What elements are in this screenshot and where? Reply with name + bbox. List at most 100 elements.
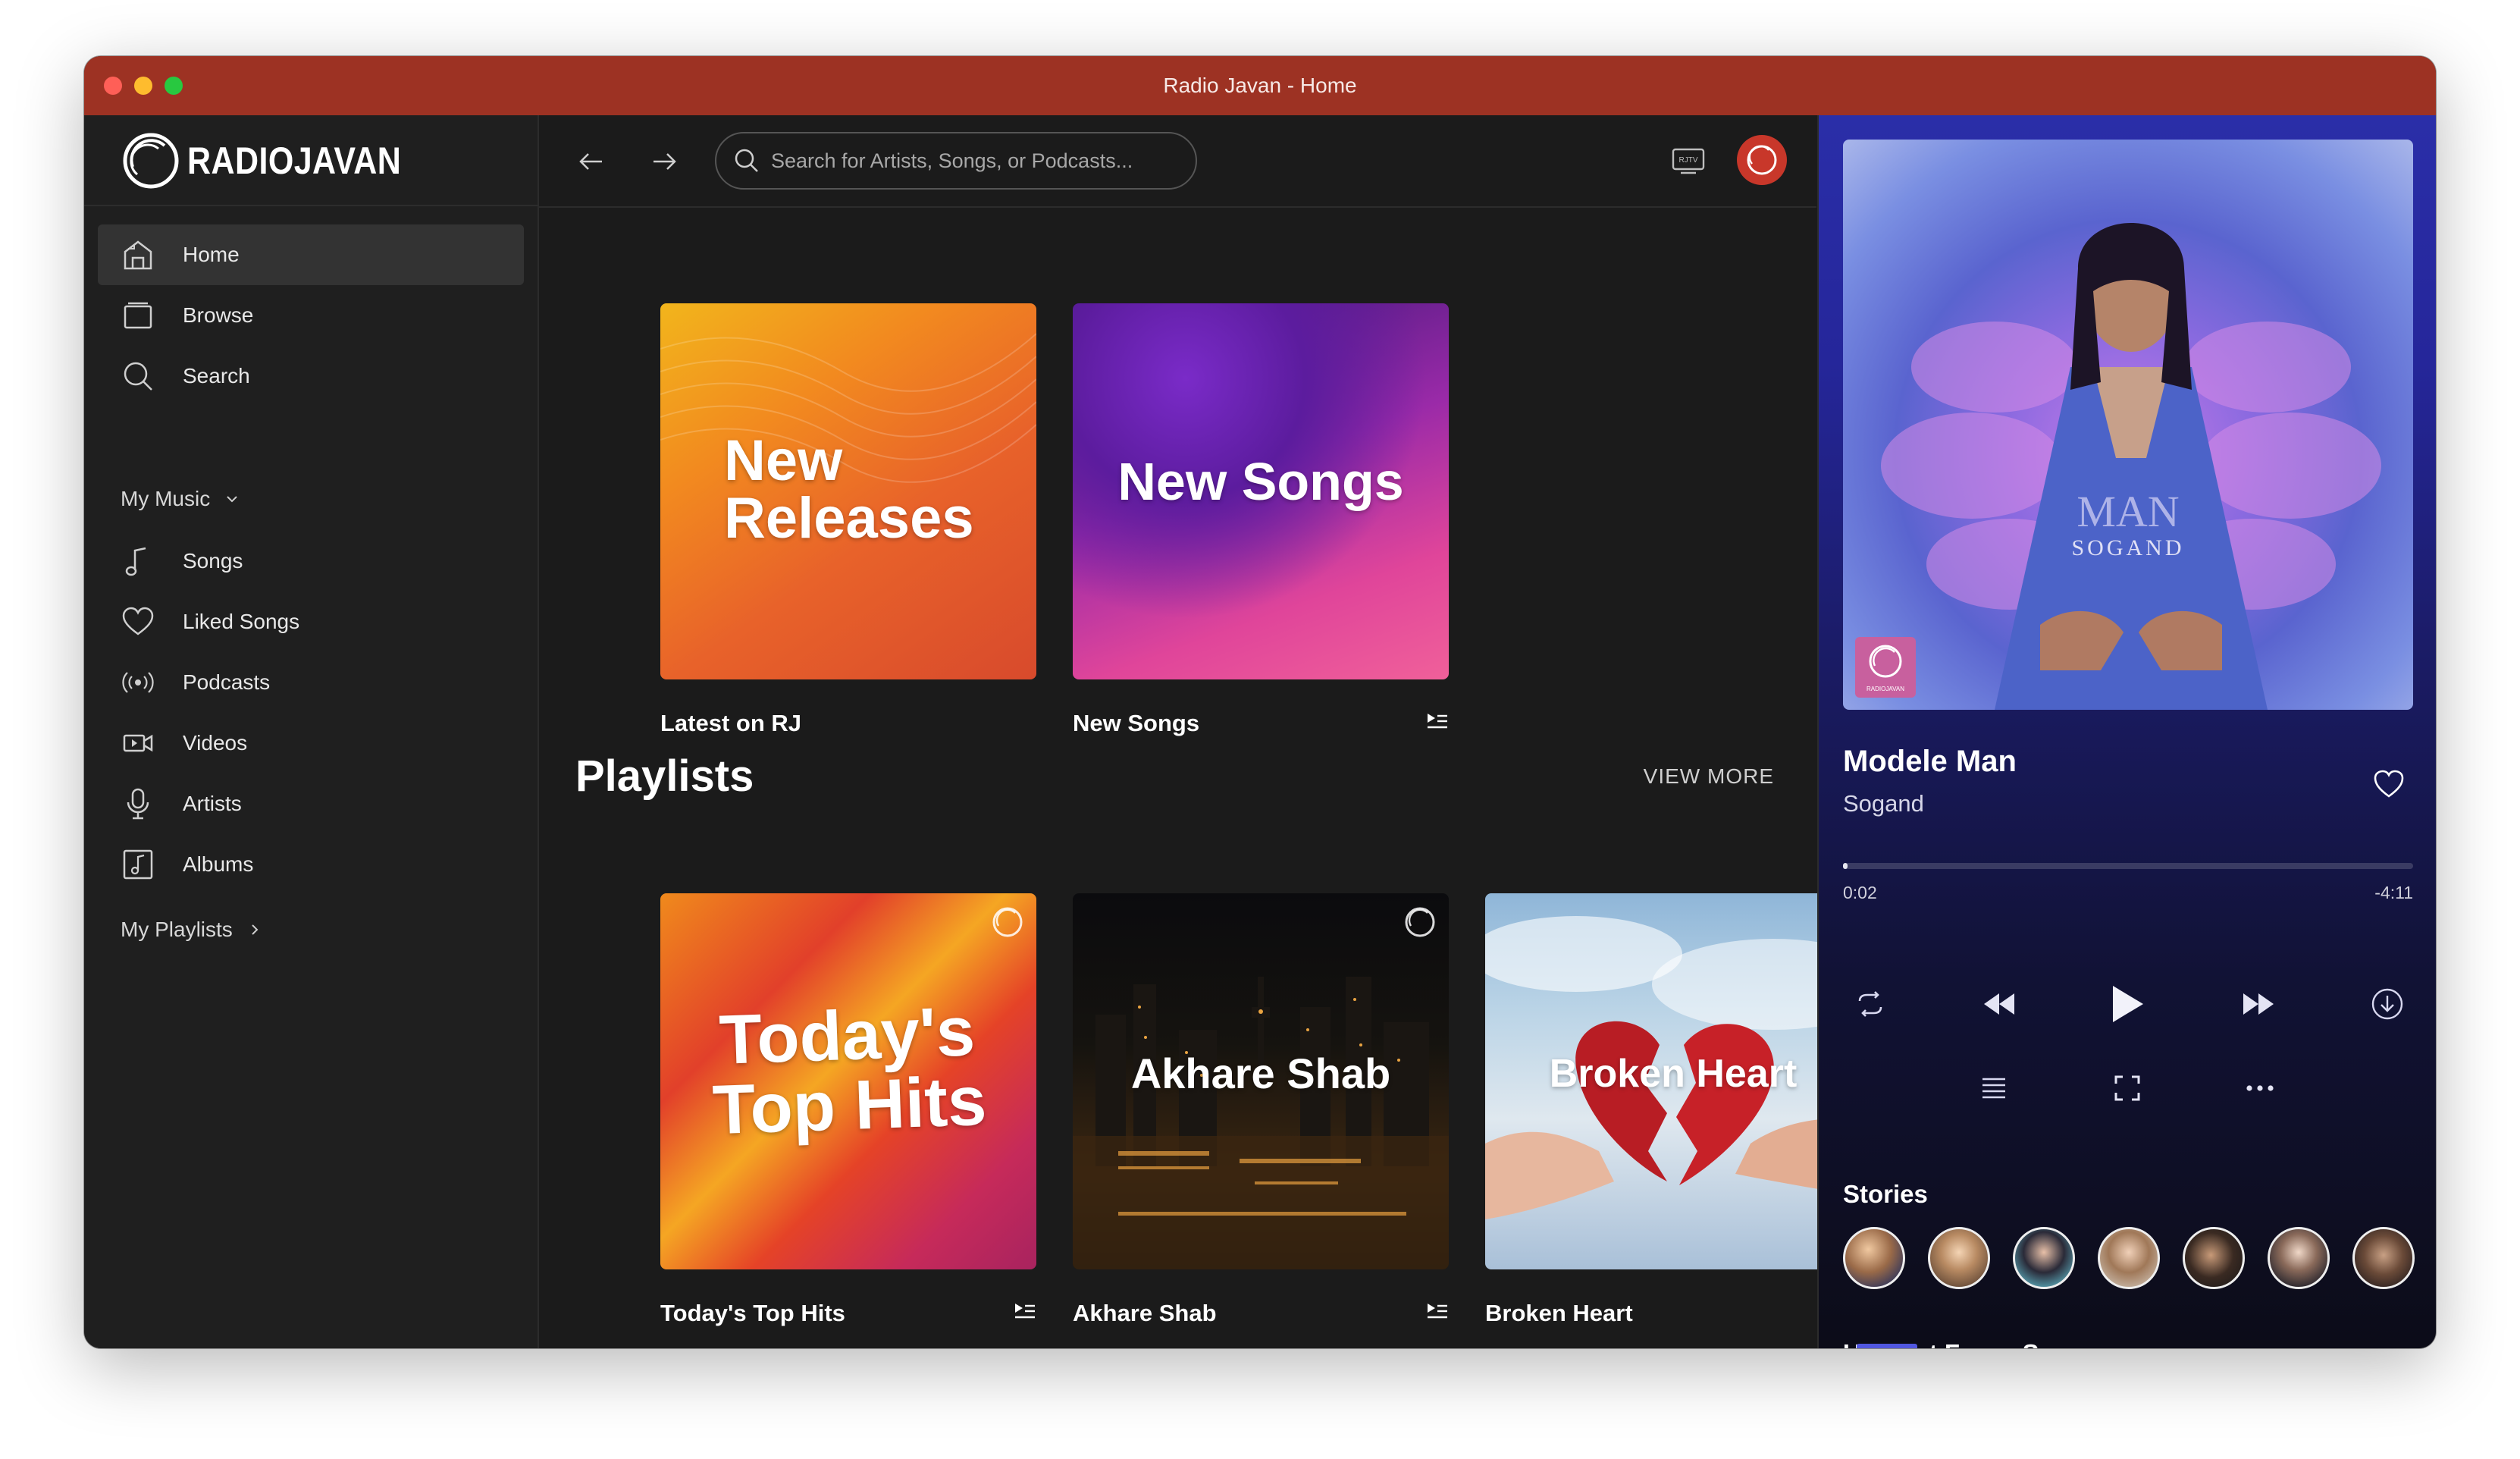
sidebar-item-label: Browse bbox=[183, 303, 254, 327]
cover-title-line2: Top Hits bbox=[711, 1062, 988, 1150]
sidebar-item-videos[interactable]: Videos bbox=[98, 713, 524, 773]
cover-title: Akhare Shab bbox=[1130, 1050, 1391, 1097]
heart-icon bbox=[121, 604, 155, 639]
view-more-link[interactable]: VIEW MORE bbox=[1644, 764, 1774, 789]
fast-forward-button[interactable] bbox=[2240, 987, 2277, 1021]
card-title[interactable]: Latest on RJ bbox=[660, 710, 801, 737]
chevron-right-icon bbox=[252, 924, 259, 935]
my-music-label: My Music bbox=[121, 487, 211, 510]
search-bar[interactable] bbox=[715, 132, 1197, 190]
chevron-down-icon bbox=[227, 496, 237, 503]
album-badge-text: RADIOJAVAN bbox=[1866, 686, 1904, 692]
tv-label: RJTV bbox=[1679, 156, 1698, 165]
sidebar-item-label: Liked Songs bbox=[183, 610, 300, 633]
sidebar-item-home[interactable]: Home bbox=[98, 224, 524, 285]
forward-button[interactable] bbox=[645, 143, 683, 180]
arrow-left-icon bbox=[579, 153, 602, 170]
sidebar-item-songs[interactable]: Songs bbox=[98, 531, 524, 591]
sidebar-item-podcasts[interactable]: Podcasts bbox=[98, 652, 524, 713]
home-icon bbox=[121, 237, 155, 272]
browse-icon bbox=[121, 298, 155, 333]
story-avatar[interactable] bbox=[2183, 1227, 2245, 1289]
rjtv-button[interactable]: RJTV bbox=[1670, 146, 1707, 176]
download-icon bbox=[2371, 988, 2403, 1020]
new-songs-cover-art[interactable]: New Songs bbox=[1073, 303, 1449, 679]
sidebar-item-search[interactable]: Search bbox=[98, 346, 524, 406]
sidebar: RADIOJAVAN Home Browse Search My Music S… bbox=[84, 115, 539, 1348]
search-icon bbox=[121, 359, 155, 394]
playlists-section-title: Playlists bbox=[575, 751, 754, 801]
back-button[interactable] bbox=[572, 143, 610, 180]
sidebar-item-label: Videos bbox=[183, 731, 248, 755]
card-title[interactable]: Broken Heart bbox=[1485, 1300, 1633, 1327]
cover-title: New Songs bbox=[1117, 452, 1404, 511]
sidebar-item-label: Podcasts bbox=[183, 670, 271, 694]
search-input[interactable] bbox=[769, 148, 1182, 174]
my-music-header[interactable]: My Music bbox=[121, 487, 240, 511]
story-avatar[interactable] bbox=[2268, 1227, 2330, 1289]
now-playing-title[interactable]: Modele Man bbox=[1843, 745, 2017, 779]
radiojavan-logo-icon bbox=[123, 133, 179, 189]
story-avatar[interactable] bbox=[2352, 1227, 2415, 1289]
card-title[interactable]: Akhare Shab bbox=[1073, 1300, 1217, 1327]
add-to-queue-icon[interactable] bbox=[1014, 1301, 1036, 1321]
window-title: Radio Javan - Home bbox=[1163, 74, 1357, 97]
repeat-button[interactable] bbox=[1852, 986, 1888, 1022]
like-heart-icon[interactable] bbox=[2372, 767, 2406, 801]
album-artist-text: SOGAND bbox=[2071, 535, 2184, 560]
play-icon bbox=[2113, 986, 2143, 1022]
story-avatar[interactable] bbox=[1928, 1227, 1990, 1289]
todays-top-hits-cover-art[interactable]: Today's Top Hits bbox=[660, 893, 1036, 1269]
album-art[interactable]: MAN SOGAND RADIOJAVAN bbox=[1843, 140, 2413, 710]
story-avatar[interactable] bbox=[2098, 1227, 2160, 1289]
radiojavan-logo[interactable]: RADIOJAVAN bbox=[121, 130, 436, 191]
rewind-button[interactable] bbox=[1981, 987, 2017, 1021]
cover-title: Broken Heart bbox=[1549, 1052, 1798, 1096]
fast-forward-icon bbox=[2243, 993, 2274, 1015]
elapsed-time: 0:02 bbox=[1843, 883, 1877, 902]
story-avatar[interactable] bbox=[1843, 1227, 1905, 1289]
sidebar-divider bbox=[84, 205, 538, 206]
sidebar-item-label: Artists bbox=[183, 792, 242, 815]
album-title-text: MAN bbox=[2076, 487, 2179, 536]
sidebar-item-artists[interactable]: Artists bbox=[98, 773, 524, 834]
up-next-source-link[interactable]: Songs bbox=[2023, 1339, 2099, 1348]
video-icon bbox=[121, 726, 155, 761]
fullscreen-button[interactable] bbox=[2113, 1074, 2142, 1103]
tv-icon: RJTV bbox=[1672, 148, 1705, 174]
more-dots-icon bbox=[2246, 1085, 2274, 1091]
sidebar-item-label: Search bbox=[183, 364, 250, 387]
lyrics-icon bbox=[1982, 1078, 2005, 1099]
sidebar-item-browse[interactable]: Browse bbox=[98, 285, 524, 346]
microphone-icon bbox=[121, 786, 155, 821]
story-avatar[interactable] bbox=[2013, 1227, 2075, 1289]
card-title[interactable]: Today's Top Hits bbox=[660, 1300, 845, 1327]
progress-bar[interactable] bbox=[1843, 863, 2413, 869]
sidebar-item-albums[interactable]: Albums bbox=[98, 834, 524, 895]
radiojavan-avatar-icon bbox=[1747, 145, 1777, 175]
fullscreen-icon bbox=[2114, 1075, 2140, 1101]
progress-fill bbox=[1843, 863, 1848, 869]
now-playing-artist[interactable]: Sogand bbox=[1843, 790, 1924, 817]
sidebar-item-label: Songs bbox=[183, 549, 243, 573]
more-options-button[interactable] bbox=[2243, 1074, 2277, 1103]
add-to-queue-icon[interactable] bbox=[1426, 711, 1449, 731]
profile-avatar-button[interactable] bbox=[1737, 135, 1787, 185]
arrow-right-icon bbox=[654, 153, 676, 170]
play-button[interactable] bbox=[2108, 983, 2146, 1025]
up-next-indicator bbox=[1857, 1344, 1917, 1348]
my-playlists-header[interactable]: My Playlists bbox=[121, 918, 263, 942]
stories-title: Stories bbox=[1843, 1180, 1928, 1208]
sidebar-item-label: Home bbox=[183, 243, 240, 266]
lyrics-button[interactable] bbox=[1979, 1074, 2008, 1103]
podcast-icon bbox=[121, 665, 155, 700]
download-button[interactable] bbox=[2369, 986, 2406, 1022]
sidebar-item-liked-songs[interactable]: Liked Songs bbox=[98, 591, 524, 652]
card-title[interactable]: New Songs bbox=[1073, 710, 1199, 737]
rewind-icon bbox=[1984, 993, 2014, 1015]
akhare-shab-cover-art[interactable]: Akhare Shab bbox=[1073, 893, 1449, 1269]
latest-cover-art[interactable]: New Releases bbox=[660, 303, 1036, 679]
cover-title-line2: Releases bbox=[724, 486, 974, 551]
broken-heart-cover-art[interactable]: Broken Heart bbox=[1485, 893, 1861, 1269]
add-to-queue-icon[interactable] bbox=[1426, 1301, 1449, 1321]
